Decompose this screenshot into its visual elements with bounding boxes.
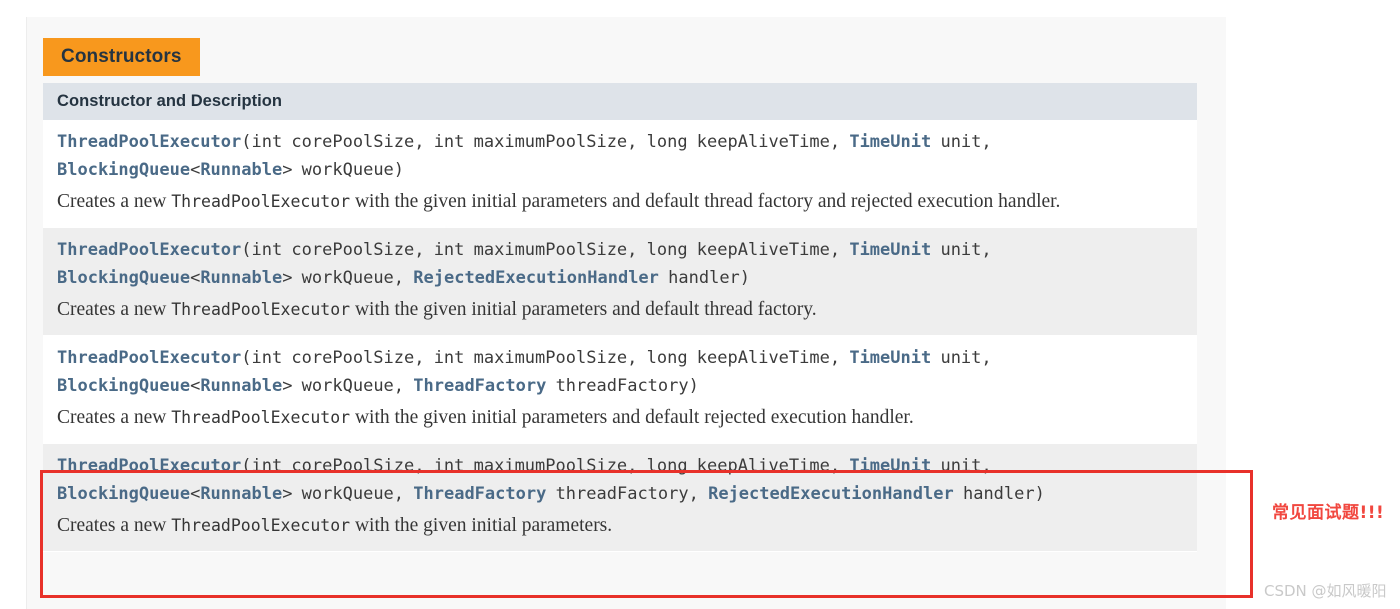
- table-column-header: Constructor and Description: [43, 83, 1197, 120]
- javadoc-constructors-panel: Constructors Constructor and Description…: [26, 17, 1226, 609]
- signature-text: unit,: [931, 348, 992, 368]
- signature-text: > workQueue,: [282, 268, 414, 288]
- description-text-before: Creates a new: [57, 191, 172, 212]
- signature-text: (int corePoolSize, int maximumPoolSize, …: [241, 132, 850, 152]
- description-code-token: ThreadPoolExecutor: [171, 408, 351, 427]
- constructor-description: Creates a new ThreadPoolExecutor with th…: [57, 511, 1185, 541]
- table-row: ThreadPoolExecutor(int corePoolSize, int…: [43, 336, 1197, 444]
- type-link[interactable]: RejectedExecutionHandler: [413, 268, 659, 288]
- signature-text: threadFactory,: [546, 484, 709, 504]
- description-text-before: Creates a new: [57, 407, 172, 428]
- signature-text: <: [190, 376, 201, 396]
- tab-strip: Constructors: [43, 38, 200, 76]
- signature-text: <: [190, 160, 201, 180]
- type-link[interactable]: Runnable: [200, 484, 282, 504]
- type-link[interactable]: TimeUnit: [849, 348, 931, 368]
- table-body: ThreadPoolExecutor(int corePoolSize, int…: [43, 120, 1197, 552]
- signature-text: <: [190, 484, 201, 504]
- signature-text: (int corePoolSize, int maximumPoolSize, …: [241, 348, 850, 368]
- signature-text: (int corePoolSize, int maximumPoolSize, …: [241, 240, 850, 260]
- signature-text: (int corePoolSize, int maximumPoolSize, …: [241, 456, 850, 476]
- description-code-token: ThreadPoolExecutor: [171, 516, 351, 535]
- type-link[interactable]: BlockingQueue: [57, 484, 190, 504]
- signature-text: unit,: [931, 132, 992, 152]
- description-text-before: Creates a new: [57, 515, 172, 536]
- signature-text: > workQueue,: [282, 376, 414, 396]
- type-link[interactable]: BlockingQueue: [57, 268, 190, 288]
- type-link[interactable]: ThreadFactory: [413, 376, 546, 396]
- table-row: ThreadPoolExecutor(int corePoolSize, int…: [43, 120, 1197, 228]
- screenshot-root: Constructors Constructor and Description…: [0, 0, 1400, 609]
- type-link[interactable]: Runnable: [200, 160, 282, 180]
- tab-constructors[interactable]: Constructors: [43, 38, 200, 76]
- description-text-before: Creates a new: [57, 299, 172, 320]
- constructor-signature: ThreadPoolExecutor(int corePoolSize, int…: [57, 344, 1185, 400]
- description-text-after: with the given initial parameters and de…: [350, 191, 1061, 212]
- type-link[interactable]: BlockingQueue: [57, 376, 190, 396]
- type-link[interactable]: ThreadPoolExecutor: [57, 132, 241, 152]
- watermark-label: CSDN @如风暖阳: [1264, 582, 1387, 600]
- constructor-description: Creates a new ThreadPoolExecutor with th…: [57, 295, 1185, 325]
- constructor-description: Creates a new ThreadPoolExecutor with th…: [57, 403, 1185, 433]
- signature-text: <: [190, 268, 201, 288]
- table-row: ThreadPoolExecutor(int corePoolSize, int…: [43, 228, 1197, 336]
- description-text-after: with the given initial parameters.: [350, 515, 613, 536]
- signature-text: unit,: [931, 456, 992, 476]
- description-text-after: with the given initial parameters and de…: [350, 299, 817, 320]
- annotation-label: 常见面试题!!!: [1272, 503, 1385, 523]
- type-link[interactable]: ThreadPoolExecutor: [57, 240, 241, 260]
- type-link[interactable]: TimeUnit: [849, 240, 931, 260]
- constructor-signature: ThreadPoolExecutor(int corePoolSize, int…: [57, 452, 1185, 508]
- signature-text: handler): [953, 484, 1045, 504]
- constructors-table: Constructor and Description ThreadPoolEx…: [43, 83, 1197, 552]
- signature-text: threadFactory): [546, 376, 699, 396]
- signature-text: unit,: [931, 240, 992, 260]
- signature-text: > workQueue): [282, 160, 405, 180]
- type-link[interactable]: TimeUnit: [849, 132, 931, 152]
- constructor-signature: ThreadPoolExecutor(int corePoolSize, int…: [57, 236, 1185, 292]
- constructor-description: Creates a new ThreadPoolExecutor with th…: [57, 187, 1185, 217]
- type-link[interactable]: RejectedExecutionHandler: [708, 484, 954, 504]
- type-link[interactable]: BlockingQueue: [57, 160, 190, 180]
- type-link[interactable]: TimeUnit: [849, 456, 931, 476]
- signature-text: handler): [658, 268, 751, 288]
- type-link[interactable]: ThreadFactory: [413, 484, 546, 504]
- type-link[interactable]: ThreadPoolExecutor: [57, 456, 241, 476]
- description-text-after: with the given initial parameters and de…: [350, 407, 914, 428]
- type-link[interactable]: Runnable: [200, 376, 282, 396]
- description-code-token: ThreadPoolExecutor: [171, 192, 351, 211]
- description-code-token: ThreadPoolExecutor: [171, 300, 351, 319]
- constructor-signature: ThreadPoolExecutor(int corePoolSize, int…: [57, 128, 1185, 184]
- type-link[interactable]: ThreadPoolExecutor: [57, 348, 241, 368]
- type-link[interactable]: Runnable: [200, 268, 282, 288]
- table-row: ThreadPoolExecutor(int corePoolSize, int…: [43, 444, 1197, 552]
- signature-text: > workQueue,: [282, 484, 414, 504]
